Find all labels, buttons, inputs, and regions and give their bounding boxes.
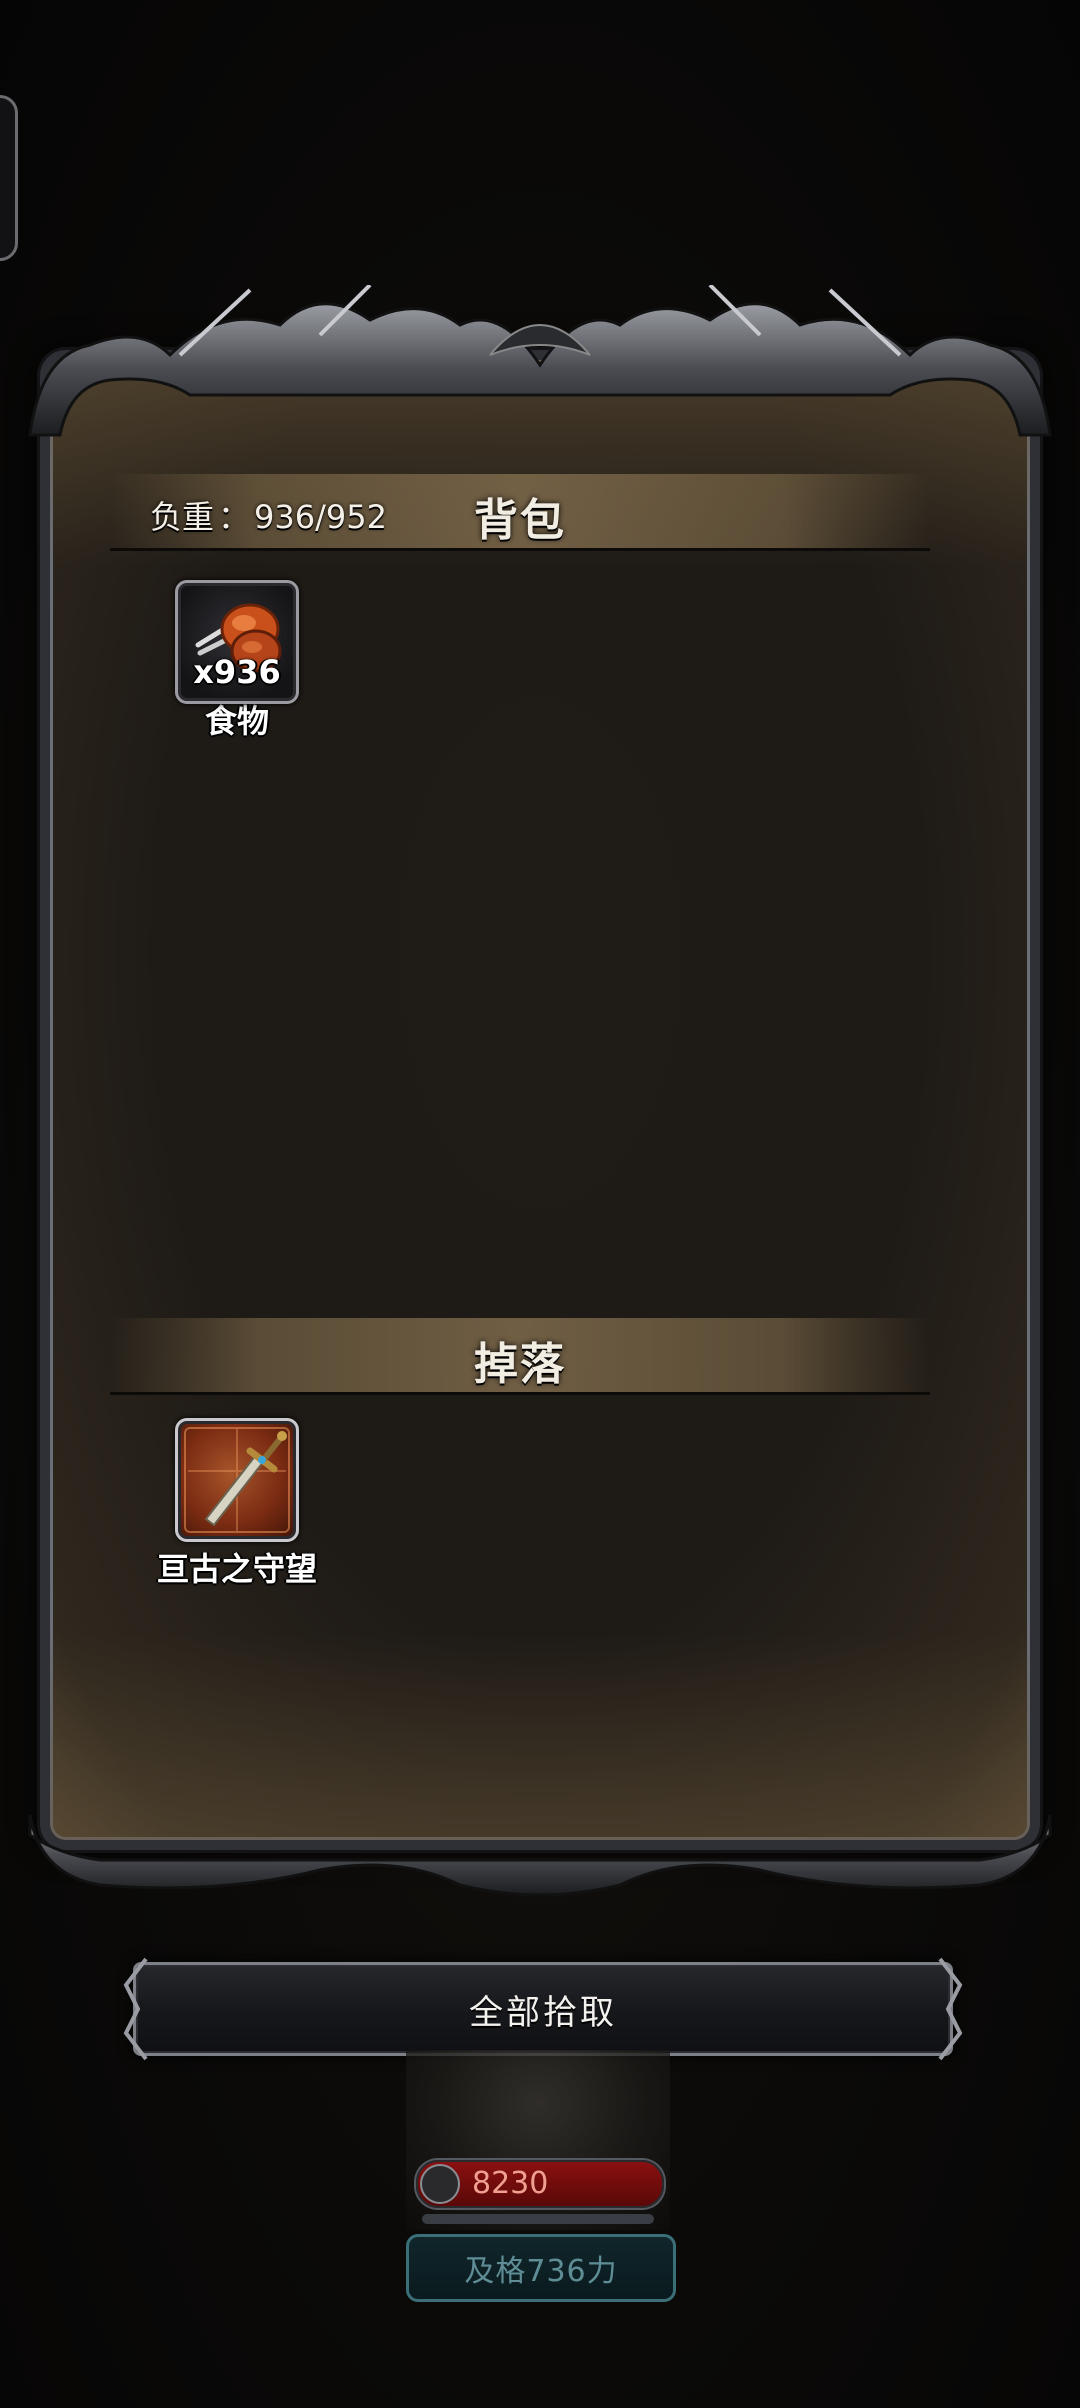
power-bar: 8230 <box>416 2160 664 2208</box>
weight-value: 936/952 <box>254 498 387 536</box>
game-screen: 背包 负重： 936/952 x936 食物 掉落 亘古之守望 全部拾取 823… <box>0 0 1080 2408</box>
weight-indicator: 负重： 936/952 <box>150 492 387 538</box>
item-slot[interactable] <box>175 1418 299 1542</box>
drops-title: 掉落 <box>474 1339 566 1390</box>
top-frame-ornament <box>28 285 1052 437</box>
item-slot[interactable]: x936 <box>175 580 299 704</box>
requirement-label: 及格736力 <box>464 2254 618 2289</box>
pickup-all-label: 全部拾取 <box>469 1992 617 2033</box>
sword-icon <box>188 1429 287 1531</box>
pickup-all-button[interactable]: 全部拾取 <box>123 1957 963 2061</box>
backpack-item[interactable]: x936 食物 <box>137 580 337 742</box>
requirement-button[interactable]: 及格736力 <box>406 2234 676 2302</box>
side-menu-tab[interactable] <box>0 95 18 261</box>
drop-item[interactable]: 亘古之守望 <box>137 1418 337 1590</box>
sword-icon <box>420 2164 460 2204</box>
power-underline <box>422 2214 654 2224</box>
item-name: 亘古之守望 <box>156 1550 317 1588</box>
button-left-ornament <box>123 1957 148 2061</box>
player-card: 8230 及格736力 <box>402 2050 676 2310</box>
weight-separator: ： <box>218 498 251 536</box>
drops-header: 掉落 <box>110 1318 930 1395</box>
panel-frame <box>40 350 1040 1850</box>
button-right-ornament <box>938 1957 963 2061</box>
power-value: 8230 <box>472 2166 549 2201</box>
item-count: x936 <box>193 653 281 691</box>
weight-label: 负重 <box>150 498 215 536</box>
bottom-frame-ornament <box>28 1815 1052 1897</box>
